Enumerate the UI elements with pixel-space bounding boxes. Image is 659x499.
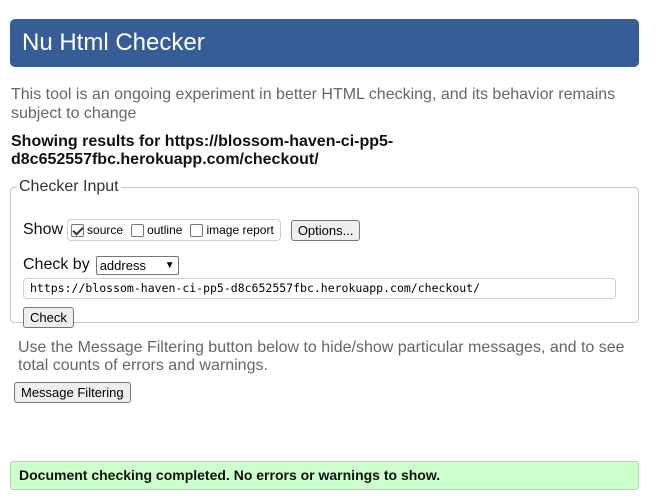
show-row: Show source outline image report Options… — [23, 218, 361, 242]
message-filtering-button[interactable]: Message Filtering — [14, 382, 131, 403]
check-by-select[interactable]: address ▼ — [95, 255, 179, 275]
showing-results-heading: Showing results for https://blossom-have… — [11, 133, 431, 169]
outline-checkbox[interactable] — [131, 223, 145, 237]
check-button[interactable]: Check — [23, 307, 74, 328]
source-option-label: source — [87, 223, 124, 237]
check-by-label: Check by — [23, 256, 90, 273]
checker-input-fieldset: Checker Input Show source outline image … — [10, 178, 639, 328]
chevron-down-icon: ▼ — [164, 259, 175, 271]
show-options-group: source outline image report — [67, 219, 281, 241]
message-filtering-text: Use the Message Filtering button below t… — [18, 339, 625, 374]
source-checkbox[interactable] — [71, 223, 85, 237]
outline-option-label: outline — [147, 223, 183, 237]
check-by-row: Check by address ▼ — [23, 254, 179, 276]
checker-input-legend: Checker Input — [19, 178, 119, 195]
check-by-selected-value: address — [99, 257, 146, 273]
show-label: Show — [23, 221, 64, 238]
show-option-image-report[interactable]: image report — [190, 223, 274, 237]
show-option-outline[interactable]: outline — [131, 223, 182, 237]
showing-results-line-2: d8c652557fbc.herokuapp.com/checkout/ — [11, 151, 319, 168]
page-title: Nu Html Checker — [10, 19, 639, 67]
options-button[interactable]: Options... — [290, 219, 361, 241]
show-option-source[interactable]: source — [71, 223, 123, 237]
url-input[interactable]: https://blossom-haven-ci-pp5-d8c652557fb… — [23, 278, 616, 299]
result-success-message: Document checking completed. No errors o… — [10, 461, 639, 490]
showing-results-line-1: Showing results for https://blossom-have… — [11, 133, 394, 150]
image-report-checkbox[interactable] — [190, 223, 204, 237]
image-report-option-label: image report — [206, 223, 274, 237]
intro-text: This tool is an ongoing experiment in be… — [11, 86, 616, 122]
